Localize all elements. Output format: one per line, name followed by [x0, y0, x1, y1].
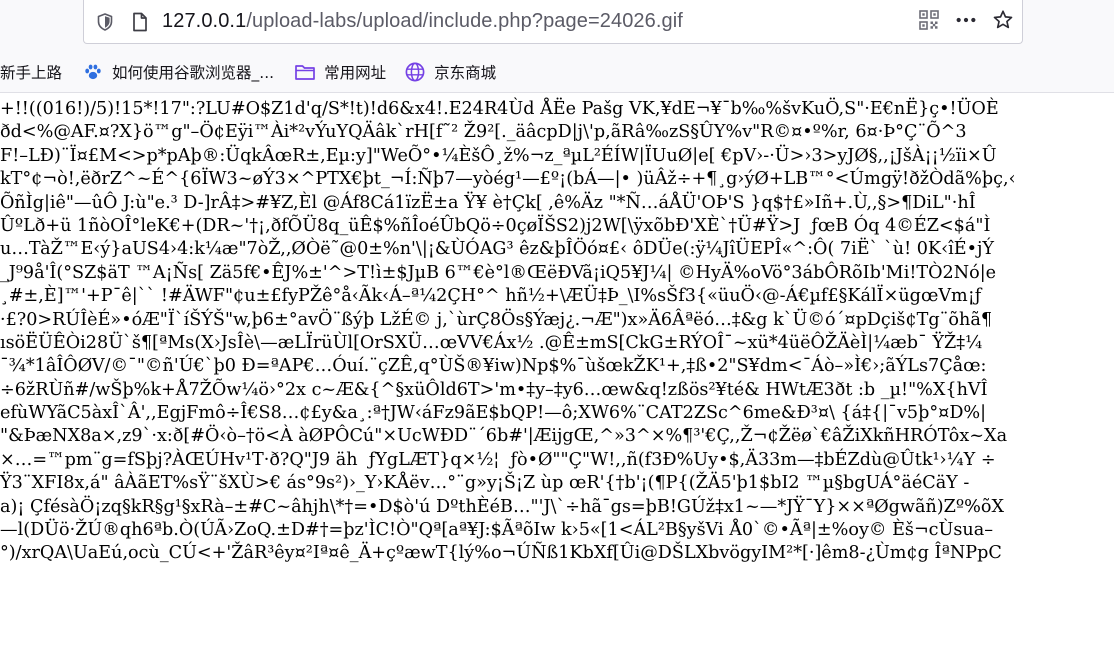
browser-chrome: 127.0.0.1/upload-labs/upload/include.php… [0, 0, 1114, 93]
binary-text-output: +!!((016!)/5)!15*!17":?LU#O$Z1d'q/S*!t)!… [0, 93, 1114, 566]
text-line: ·£?0>RÚÎèÉ»•óÆ"Ï`íŠÝŠ"w,þ6±°avÖ¨ßýþ LžÉ©… [0, 309, 993, 330]
url-text[interactable]: 127.0.0.1/upload-labs/upload/include.php… [162, 10, 683, 33]
text-line: F!–LÐ)¨Ï¤£M<>p*pAþ®:ÜqkÂœR±,Eµ:y]"WeÕ°•¼… [0, 145, 997, 166]
text-line: +!!((016!)/5)!15*!17":?LU#O$Z1d'q/S*!t)!… [0, 99, 999, 119]
qr-code-icon[interactable] [918, 9, 940, 31]
star-icon[interactable] [992, 9, 1014, 31]
text-line: ðd<%@AF.¤?X}ö™g"–Ö¢Eÿi™Ài*²vÝuYQÄâk`rH[f… [0, 122, 967, 143]
bookmark-item[interactable]: 京东商城 [400, 57, 500, 87]
url-host: 127.0.0.1 [162, 10, 247, 32]
address-bar-actions [903, 9, 1014, 31]
text-line: ÕñÌg|iê"—ûÔ J:ù"e.³ D-]rÂ‡>#¥Z,Èl @Áf8Cá… [0, 192, 976, 213]
bookmarks-toolbar: 新手上路 如何使用谷歌浏览器_... 常用网址 京东商城 [0, 52, 1114, 92]
text-line: _J⁹9å'Î(°SZ$äT ™A¡Ñs[ Zä5f€•ÊJ%±'^>T!ì±$… [0, 262, 997, 283]
bookmark-item[interactable]: 新手上路 [0, 57, 66, 87]
bookmark-folder[interactable]: 常用网址 [290, 57, 390, 87]
bookmark-label: 如何使用谷歌浏览器_... [112, 64, 275, 82]
bookmark-label: 常用网址 [324, 64, 387, 82]
text-line: —l(DÜö·ŽÚ®qh6ªb.Ò(ÚÃ›ZoQ.±D#†=þz'ÌC!Ò"Qª… [0, 520, 994, 541]
text-line: Ûº‍Lð+ü 1ñòOÎ°leK€+(DR~'†¡,ðfÕÜ8q_üÊ$%ñÎ… [0, 215, 991, 236]
text-line: a)¡ ÇfésàÖ¡zq§kR§g¹§xRà–±#C~âhjh\*†=•D$ò… [0, 496, 1004, 517]
text-line: "&ÞæNX8a×,z9`·x:ð[#Ö‹ò–†ö<À àØPÔCú"×UcWÐ… [0, 426, 1008, 447]
bookmark-item[interactable]: 如何使用谷歌浏览器_... [78, 57, 278, 87]
text-line: ¸#±,È]™'+P¯ê|`` !#ÄWF"¢u±£fyPŽê°å‹Ãk‹Á–ª… [0, 286, 982, 307]
text-line: u…TàŽ™E‹ý}aUS4›4:k¼æ"7òŽ,,ØÒë˜@0±%n'\|¡&… [0, 239, 995, 260]
more-icon[interactable] [955, 9, 977, 31]
text-line: kT°¢¬ò!,ëðrZ^~É^{6ÏW3~øÝ3×^PTX€þt_¬Í:Ñþ7… [0, 169, 1016, 190]
text-line: ÷6žRÙñ#/wŠþ%k+Å7ŽÕw¼ö›°2x c~Æ&{^§xüÔld6T… [0, 379, 988, 400]
page-content: +!!((016!)/5)!15*!17":?LU#O$Z1d'q/S*!t)!… [0, 93, 1114, 657]
text-line: ¯¾*1âÎÔØV/©¯"©ñ'Ú€`þ0 Ð=ªAP€…Óuí.¨çZÊ,q°… [0, 356, 987, 377]
text-line: efùWYãC5àxÎ`Â',,EgjFmô÷Î€S8…¢£y&a¸:ª†JW‹… [0, 403, 987, 424]
text-line: Ÿ3¨XFI8x,á" âÀãET%sŸ¨šXÙ>€ ás°9s²)›_Y›KÅ… [0, 473, 970, 494]
paw-icon [82, 61, 104, 83]
text-line: °)/xrQA\UaEú,ocù_CÚ<+'ŽâR³êy¤²Iª¤ê_Ä+çºæ… [0, 543, 1002, 564]
address-bar[interactable]: 127.0.0.1/upload-labs/upload/include.php… [83, 0, 1023, 44]
text-line: ×…=™pm¨g=fSþj?ÀŒÚHv¹T·ð?Q"J9 äh ƒYgLÆT}q… [0, 449, 996, 470]
shield-icon[interactable] [94, 11, 116, 33]
text-line: ısöËÜÊÒi28Ü`š¶[ªMs(X›JsÎè\—æLÏrüÙl[OrSXÜ… [0, 332, 983, 353]
bookmark-label: 新手上路 [0, 64, 63, 82]
bookmark-label: 京东商城 [434, 64, 497, 82]
url-path: /upload-labs/upload/include.php?page=240… [246, 10, 683, 32]
globe-icon [404, 61, 426, 83]
folder-icon [294, 61, 316, 83]
page-icon[interactable] [129, 11, 151, 33]
